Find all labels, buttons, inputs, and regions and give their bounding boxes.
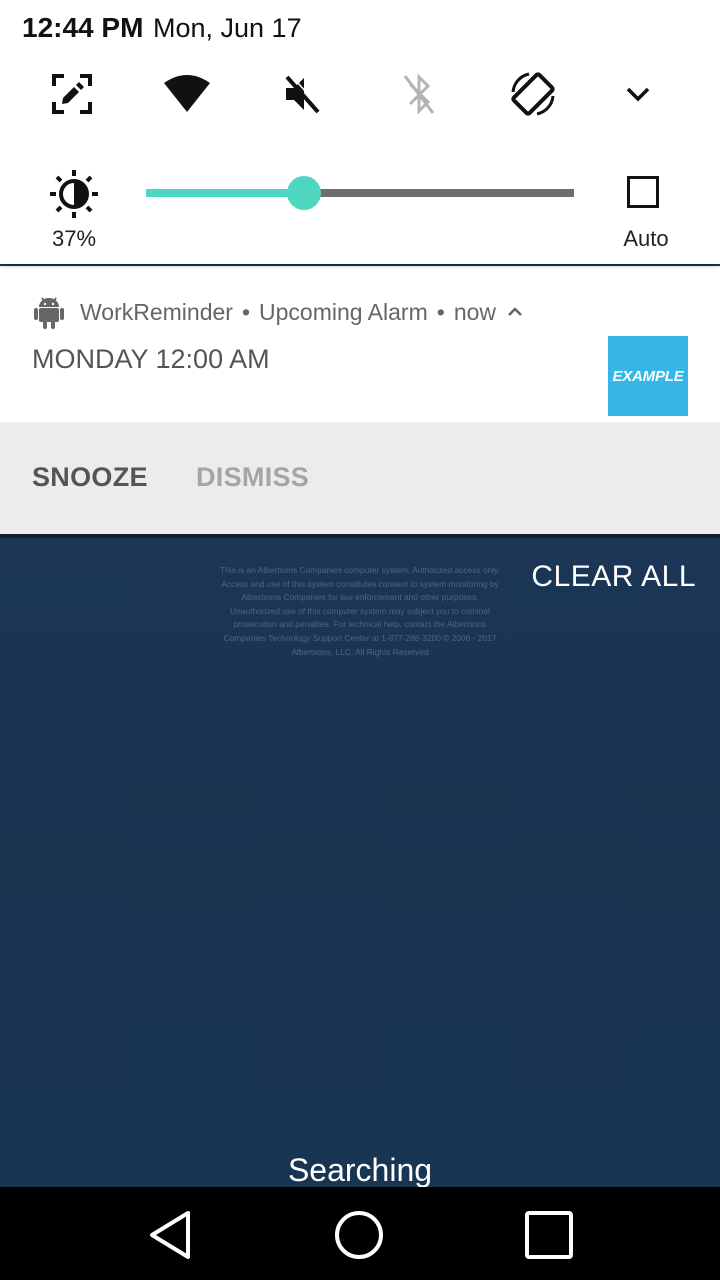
auto-rotate-tile[interactable] — [503, 64, 563, 124]
recents-icon — [525, 1211, 573, 1259]
separator-dot: • — [241, 298, 251, 325]
slider-thumb[interactable] — [287, 176, 322, 210]
notification-title: MONDAY 12:00 AM — [32, 344, 270, 374]
notification-thumbnail: EXAMPLE — [608, 336, 688, 416]
expand-quick-settings[interactable] — [608, 64, 668, 124]
expand-chevron-icon — [626, 87, 650, 102]
thumbnail-text: EXAMPLE — [612, 367, 684, 385]
auto-brightness-label: Auto — [623, 226, 669, 251]
back-icon — [150, 1211, 190, 1259]
brightness-percent: 37% — [51, 226, 97, 251]
notification-time: now — [453, 298, 497, 325]
searching-status: Searching — [287, 1152, 433, 1188]
wifi-icon — [164, 75, 210, 112]
clear-all-button[interactable]: CLEAR ALL — [531, 560, 696, 594]
bluetooth-tile[interactable] — [389, 64, 449, 124]
disclaimer-text: This is an Albertsons Companies computer… — [219, 565, 501, 657]
wifi-tile[interactable] — [157, 64, 217, 124]
brightness-icon — [50, 170, 98, 218]
notification-actions: SNOOZE DISMISS — [0, 422, 720, 534]
recents-button[interactable] — [519, 1205, 579, 1265]
auto-rotate-icon — [511, 72, 555, 116]
status-date[interactable]: Mon, Jun 17 — [153, 13, 302, 44]
android-icon — [34, 297, 64, 329]
screen-cast-icon — [52, 74, 92, 114]
dismiss-button[interactable]: DISMISS — [196, 462, 309, 493]
home-button[interactable] — [329, 1205, 389, 1265]
status-time: 12:44 PM — [22, 12, 144, 43]
notification-subtext: Upcoming Alarm — [259, 298, 428, 325]
auto-brightness-checkbox[interactable] — [627, 176, 659, 208]
sound-tile[interactable] — [273, 64, 333, 124]
separator-dot: • — [436, 298, 445, 325]
screen-cast-tile[interactable] — [42, 64, 102, 124]
snooze-button[interactable]: SNOOZE — [32, 462, 148, 493]
navigation-bar — [0, 1187, 720, 1280]
notification-app-name: WorkReminder — [80, 298, 233, 325]
bluetooth-off-icon — [403, 73, 435, 115]
mute-icon — [285, 73, 322, 114]
brightness-slider[interactable] — [146, 176, 574, 210]
collapse-chevron-icon[interactable] — [506, 305, 524, 319]
notification-header: WorkReminder • Upcoming Alarm • now — [34, 294, 524, 330]
notification-card[interactable]: WorkReminder • Upcoming Alarm • now MOND… — [0, 266, 720, 534]
quick-settings-panel: 12:44 PM Mon, Jun 17 37% Auto — [0, 0, 720, 264]
background-app: This is an Albertsons Companies computer… — [0, 534, 720, 1188]
slider-fill — [146, 189, 305, 197]
back-button[interactable] — [140, 1205, 200, 1265]
home-icon — [335, 1211, 383, 1259]
